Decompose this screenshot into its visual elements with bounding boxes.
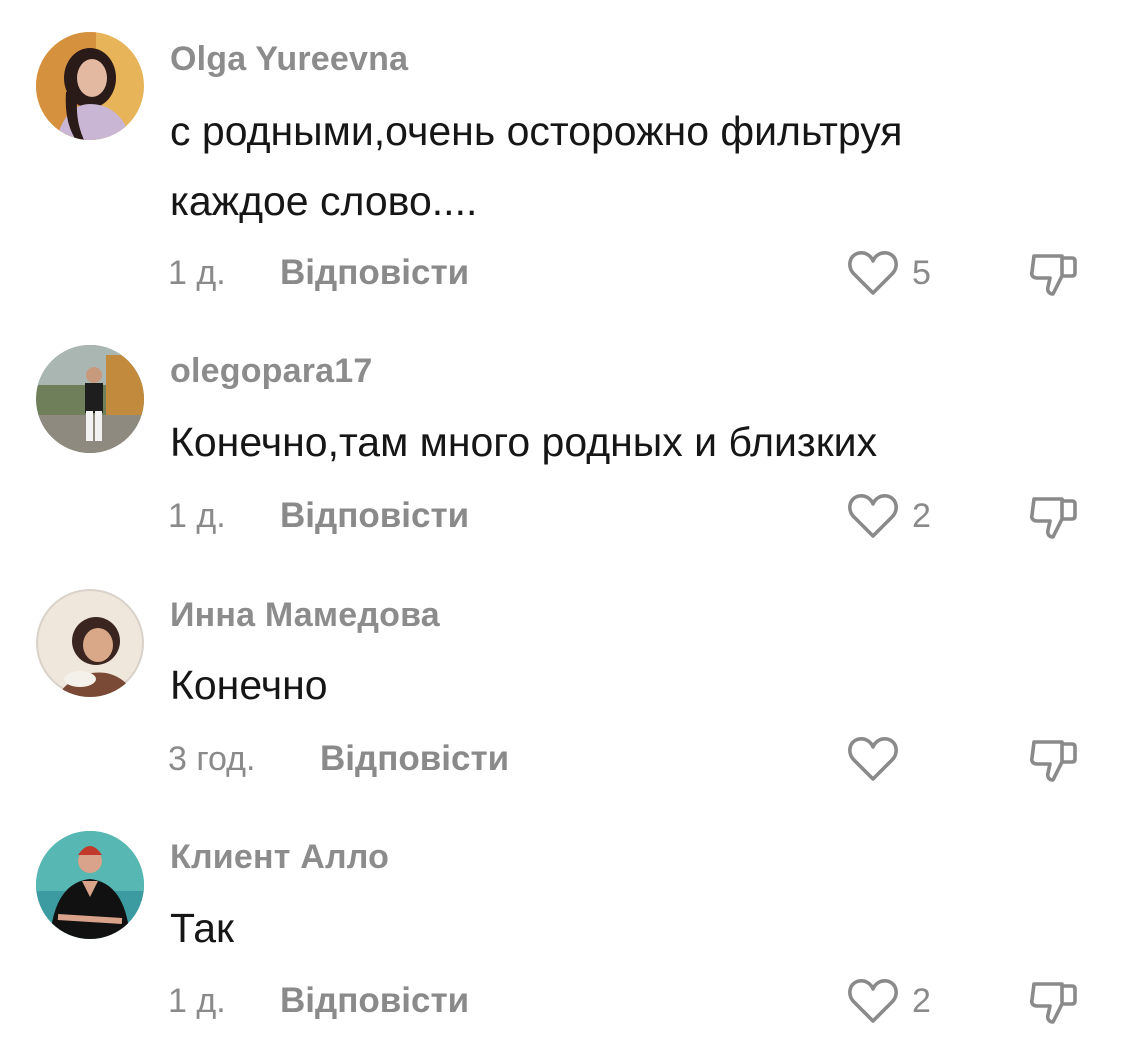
comment-text: Так	[170, 905, 234, 951]
like-count: 5	[912, 254, 931, 292]
username[interactable]: Инна Мамедова	[170, 596, 440, 635]
thumbs-down-icon[interactable]	[1026, 246, 1080, 300]
comment-timestamp: 3 год.	[168, 740, 256, 778]
comment-text: с родными,очень осторожно фильтруя каждо…	[170, 108, 903, 224]
heart-outline-icon[interactable]	[846, 734, 900, 784]
username[interactable]: Olga Yureevna	[170, 40, 408, 79]
reply-button[interactable]: Відповісти	[320, 739, 509, 779]
heart-outline-icon[interactable]	[846, 976, 900, 1026]
heart-outline-icon[interactable]	[846, 248, 900, 298]
comment-text: Конечно,там много родных и близких	[170, 419, 878, 465]
comment-text: Конечно	[170, 662, 328, 708]
comment-item: Инна Мамедова Конечно 3 год. Відповісти	[0, 570, 1125, 820]
reply-button[interactable]: Відповісти	[280, 496, 469, 536]
avatar[interactable]	[36, 589, 144, 697]
comment-item: Клиент Алло Так 1 д. Відповісти 2	[0, 820, 1125, 1064]
avatar[interactable]	[36, 345, 144, 453]
avatar[interactable]	[36, 32, 144, 140]
thumbs-down-icon[interactable]	[1026, 489, 1080, 543]
comment-timestamp: 1 д.	[168, 497, 226, 535]
like-count: 2	[912, 497, 931, 535]
comment-timestamp: 1 д.	[168, 254, 226, 292]
reply-button[interactable]: Відповісти	[280, 253, 469, 293]
username[interactable]: Клиент Алло	[170, 838, 389, 877]
avatar[interactable]	[36, 831, 144, 939]
comment-item: olegopara17 Конечно,там много родных и б…	[0, 320, 1125, 570]
comment-timestamp: 1 д.	[168, 982, 226, 1020]
like-count: 2	[912, 982, 931, 1020]
heart-outline-icon[interactable]	[846, 491, 900, 541]
reply-button[interactable]: Відповісти	[280, 981, 469, 1021]
comment-item: Olga Yureevna с родными,очень осторожно …	[0, 0, 1125, 320]
thumbs-down-icon[interactable]	[1026, 732, 1080, 786]
username[interactable]: olegopara17	[170, 352, 373, 391]
thumbs-down-icon[interactable]	[1026, 974, 1080, 1028]
